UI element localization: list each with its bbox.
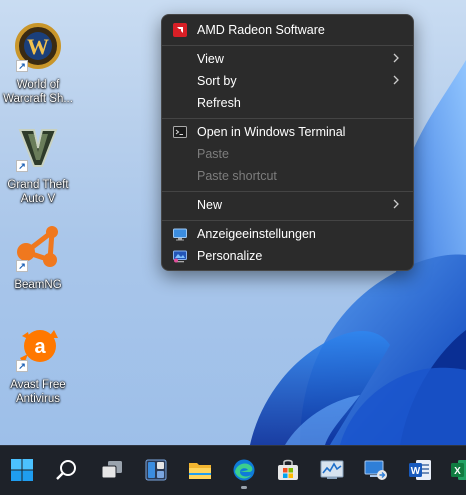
active-indicator [241,486,247,489]
desktop-icon-avast[interactable]: a ↗ Avast Free Antivirus [0,322,76,406]
shortcut-arrow-icon: ↗ [16,160,28,172]
desktop-icon-label: Grand Theft Auto V [7,179,69,205]
menu-item-refresh[interactable]: Refresh [166,92,409,114]
chevron-right-icon [393,53,399,63]
remote-desktop-icon [364,460,387,480]
store-button[interactable] [272,454,304,486]
menu-item-open-in-windows-terminal[interactable]: Open in Windows Terminal [166,121,409,143]
chevron-right-icon [393,199,399,209]
menu-separator [162,45,413,46]
menu-item-label: Paste [197,147,229,161]
desktop-icon-beamng[interactable]: ↗ BeamNG [0,222,76,292]
store-icon [278,459,298,480]
menu-item-label: Refresh [197,96,241,110]
performance-monitor-button[interactable] [316,454,348,486]
desktop[interactable]: W ↗ World of Warcraft Sh... ↗ Grand Thef… [0,0,466,445]
menu-item-sort-by[interactable]: Sort by [166,70,409,92]
menu-item-label: New [197,198,223,212]
shortcut-arrow-icon: ↗ [16,60,28,72]
menu-item-label: View [197,52,224,66]
excel-icon: X [451,460,466,480]
menu-item-label: Personalize [197,249,263,263]
excel-button[interactable]: X [446,454,466,486]
taskbar: W X [0,445,466,495]
desktop-icon-label: Avast Free Antivirus [10,379,66,405]
widgets-button[interactable] [140,454,172,486]
desktop-icon-gta-v[interactable]: ↗ Grand Theft Auto V [0,122,76,206]
performance-monitor-icon [320,460,344,479]
menu-item-label: Anzeigeeinstellungen [197,227,316,241]
menu-item-label: Open in Windows Terminal [197,125,346,139]
shortcut-arrow-icon: ↗ [16,260,28,272]
menu-item-display-settings[interactable]: Anzeigeeinstellungen [166,223,409,245]
menu-separator [162,118,413,119]
start-icon [11,459,33,481]
desktop-icon-label: BeamNG [14,279,62,291]
personalize-icon [173,250,187,263]
amd-icon [173,23,187,37]
edge-icon [233,459,255,481]
chevron-right-icon [393,75,399,85]
desktop-icon-label: World of Warcraft Sh... [3,79,73,105]
desktop-context-menu: AMD Radeon Software View Sort by Refresh… [161,14,414,271]
task-view-button[interactable] [96,454,128,486]
svg-text:W: W [411,466,421,477]
menu-item-label: Sort by [197,74,237,88]
menu-separator [162,220,413,221]
svg-text:X: X [454,466,461,477]
widgets-icon [145,459,167,481]
menu-item-paste-shortcut: Paste shortcut [166,165,409,187]
start-button[interactable] [6,454,38,486]
file-explorer-icon [189,463,211,479]
menu-item-amd-radeon-software[interactable]: AMD Radeon Software [166,19,409,41]
word-button[interactable]: W [404,454,436,486]
desktop-icon-world-of-warcraft[interactable]: W ↗ World of Warcraft Sh... [0,22,76,106]
search-icon [56,460,76,480]
menu-separator [162,191,413,192]
menu-item-label: Paste shortcut [197,169,277,183]
menu-item-new[interactable]: New [166,194,409,216]
task-view-icon [101,461,122,479]
menu-item-label: AMD Radeon Software [197,23,325,37]
terminal-icon [173,126,187,138]
menu-item-personalize[interactable]: Personalize [166,245,409,267]
word-icon: W [409,460,431,480]
search-button[interactable] [51,454,83,486]
menu-item-view[interactable]: View [166,48,409,70]
remote-desktop-button[interactable] [360,454,392,486]
shortcut-arrow-icon: ↗ [16,360,28,372]
menu-item-paste: Paste [166,143,409,165]
svg-text:W: W [27,34,49,59]
display-settings-icon [173,228,187,241]
svg-text:a: a [34,336,46,358]
file-explorer-button[interactable] [184,454,216,486]
edge-button[interactable] [228,454,260,489]
